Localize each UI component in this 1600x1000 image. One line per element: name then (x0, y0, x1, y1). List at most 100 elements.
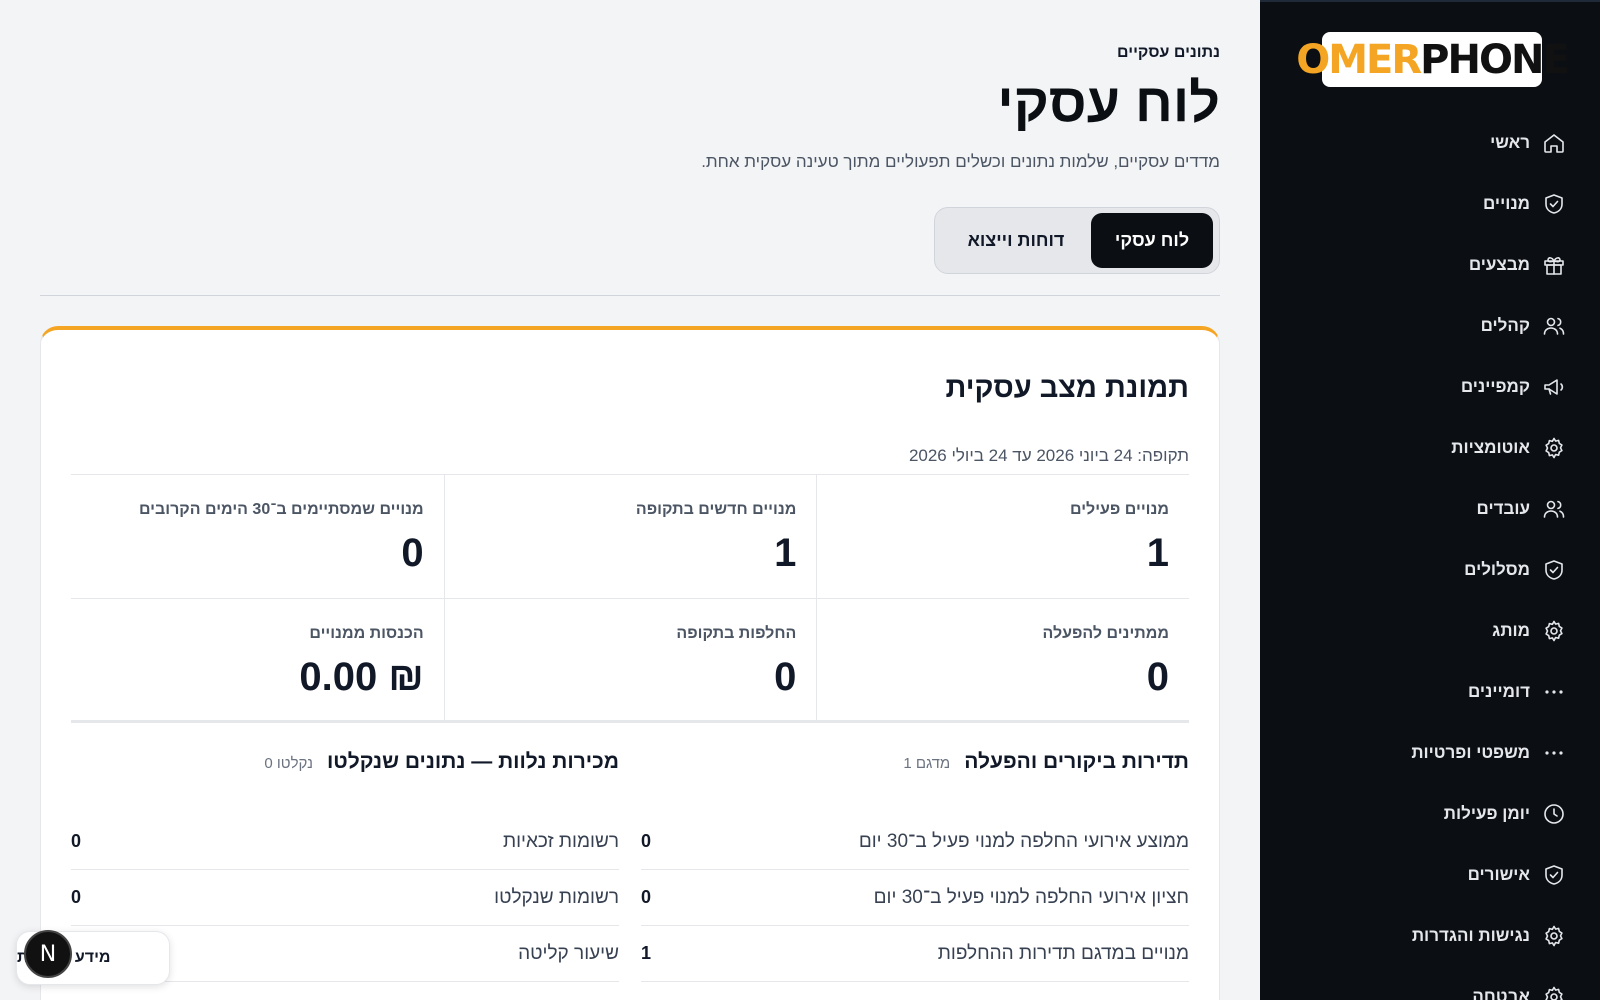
row-value: 0 (71, 887, 82, 907)
section-title: תדירות ביקורים והפעלה (964, 750, 1189, 773)
users-icon (1542, 314, 1566, 338)
section-title: מכירות נלוות — נתונים שנקלטו (326, 750, 619, 773)
sidebar-item-label: מבצעים (1468, 254, 1530, 274)
kpi-divider (71, 720, 1189, 722)
kpi-label: הכנסות ממנויים (309, 625, 424, 642)
sidebar-item-label: ראשי (1490, 132, 1530, 152)
sidebar-item-employees[interactable]: עובדים (1286, 478, 1566, 539)
sidebar-item-campaigns[interactable]: קמפיינים (1286, 356, 1566, 417)
row-value: 0 (641, 831, 652, 851)
kpi-active-subscribers: מנויים פעילים 1 (816, 475, 1189, 599)
row-label: רשומות זכאיות (502, 830, 619, 852)
sidebar-item-activity-log[interactable]: יומן פעילות (1286, 783, 1566, 844)
sidebar: OMER PHONE ראשי מנויים מבצעים קהלים קמפיי… (1260, 0, 1600, 1000)
kpi-value: 1 (1146, 531, 1169, 575)
sidebar-item-plans[interactable]: מסלולים (1286, 539, 1566, 600)
gift-icon (1542, 253, 1566, 277)
kpi-label: מנויים חדשים בתקופה (635, 501, 797, 518)
dots-icon (1542, 741, 1566, 765)
sidebar-item-label: נגישות והגדרות (1411, 925, 1530, 945)
row-value: 1 (641, 943, 652, 963)
sidebar-item-home[interactable]: ראשי (1286, 112, 1566, 173)
tab-business-dashboard[interactable]: לוח עסקי (1091, 213, 1213, 268)
visit-frequency-section: תדירות ביקורים והפעלה מדגם 1 ממוצע אירוע… (641, 750, 1189, 982)
sidebar-item-approvals[interactable]: אישורים (1286, 844, 1566, 905)
clock-icon (1542, 802, 1566, 826)
table-row: חציון אירועי החלפה למנוי פעיל ב־30 יום 0 (641, 870, 1189, 926)
sidebar-item-subscribers[interactable]: מנויים (1286, 173, 1566, 234)
gear-icon (1542, 619, 1566, 643)
kpi-grid: מנויים פעילים 1 מנויים חדשים בתקופה 1 מנ… (71, 474, 1189, 723)
sidebar-item-domains[interactable]: דומיינים (1286, 661, 1566, 722)
row-label: ממוצע אירועי החלפה למנוי פעיל ב־30 יום (858, 830, 1189, 852)
row-label: חציון אירועי החלפה למנוי פעיל ב־30 יום (873, 886, 1189, 908)
sidebar-item-label: משפטי ופרטיות (1411, 742, 1530, 762)
logo[interactable]: OMER PHONE (1296, 32, 1570, 87)
sidebar-item-brand[interactable]: מותג (1286, 600, 1566, 661)
sidebar-item-label: אבטחה (1472, 986, 1530, 1000)
sample-badge: מדגם 1 (903, 755, 951, 772)
kpi-pending-activation: ממתינים להפעלה 0 (816, 599, 1189, 723)
sidebar-item-accessibility-settings[interactable]: נגישות והגדרות (1286, 905, 1566, 966)
kpi-value: 0 (401, 531, 424, 575)
kpi-label: ממתינים להפעלה (1042, 625, 1169, 642)
kpi-swaps-in-period: החלפות בתקופה 0 (443, 599, 817, 723)
sidebar-item-label: דומיינים (1468, 681, 1530, 701)
shield-icon (1542, 558, 1566, 582)
kpi-value: ₪ 0.00 (299, 655, 424, 699)
page-eyebrow: נתונים עסקיים (1117, 44, 1220, 61)
sidebar-item-label: קהלים (1480, 315, 1530, 335)
logo-text-omer: OMER (1296, 36, 1422, 83)
row-label: רשומות שנקלטו (494, 886, 619, 908)
kpi-value: 0 (774, 655, 797, 699)
kpi-label: מנויים שמסתיימים ב־30 הימים הקרובים (138, 501, 424, 518)
view-tabs: לוח עסקי דוחות וייצוא (934, 207, 1220, 274)
main-content: נתונים עסקיים לוח עסקי מדדים עסקיים, שלמ… (40, 0, 1220, 1000)
sidebar-item-label: מסלולים (1464, 559, 1530, 579)
sidebar-item-label: קמפיינים (1460, 376, 1530, 396)
page-subtitle: מדדים עסקיים, שלמות נתונים וכשלים תפעולי… (701, 152, 1220, 171)
sidebar-item-automations[interactable]: אוטומציות (1286, 417, 1566, 478)
dev-tools-badge[interactable]: N (24, 930, 72, 978)
kpi-expiring-subscribers: מנויים שמסתיימים ב־30 הימים הקרובים 0 (71, 475, 444, 599)
table-row: ממוצע אירועי החלפה למנוי פעיל ב־30 יום 0 (641, 814, 1189, 870)
sidebar-item-label: מותג (1492, 620, 1530, 640)
shield-icon (1542, 192, 1566, 216)
sidebar-item-label: אישורים (1467, 864, 1530, 884)
sidebar-item-promotions[interactable]: מבצעים (1286, 234, 1566, 295)
sidebar-item-legal-privacy[interactable]: משפטי ופרטיות (1286, 722, 1566, 783)
sidebar-nav: ראשי מנויים מבצעים קהלים קמפיינים אוטומצ… (1286, 112, 1566, 1000)
header-divider (40, 295, 1220, 296)
dots-icon (1542, 680, 1566, 704)
megaphone-icon (1542, 375, 1566, 399)
sidebar-item-label: אוטומציות (1451, 437, 1530, 457)
gear-icon (1542, 924, 1566, 948)
row-label: שיעור קליטה (518, 942, 619, 964)
sidebar-item-label: מנויים (1483, 193, 1530, 213)
card-title: תמונת מצב עסקית (945, 372, 1189, 404)
sidebar-item-audiences[interactable]: קהלים (1286, 295, 1566, 356)
tab-reports-export[interactable]: דוחות וייצוא (951, 213, 1081, 268)
sidebar-item-security[interactable]: אבטחה (1286, 966, 1566, 1000)
page-title: לוח עסקי (997, 73, 1220, 133)
gear-icon (1542, 985, 1566, 1000)
business-snapshot-card: תמונת מצב עסקית תקופה: 24 ביוני 2026 עד … (40, 326, 1220, 1000)
period-label: תקופה: 24 ביוני 2026 עד 24 ביולי 2026 (908, 446, 1189, 465)
kpi-label: החלפות בתקופה (676, 625, 797, 642)
users-icon (1542, 497, 1566, 521)
kpi-subscription-revenue: הכנסות ממנויים ₪ 0.00 (71, 599, 444, 723)
captured-badge: נקלטו 0 (264, 755, 313, 772)
gear-icon (1542, 436, 1566, 460)
sidebar-item-label: עובדים (1476, 498, 1530, 518)
kpi-new-subscribers: מנויים חדשים בתקופה 1 (443, 475, 817, 599)
kpi-value: 0 (1146, 655, 1169, 699)
table-row: רשומות שנקלטו 0 (71, 870, 619, 926)
sidebar-item-label: יומן פעילות (1443, 803, 1530, 823)
home-icon (1542, 131, 1566, 155)
row-value: 0 (641, 887, 652, 907)
shield-icon (1542, 863, 1566, 887)
table-row: רשומות זכאיות 0 (71, 814, 619, 870)
kpi-label: מנויים פעילים (1070, 501, 1169, 518)
logo-text-phone: PHONE (1420, 36, 1570, 83)
table-row: מנויים במדגם תדירות ההחלפות 1 (641, 926, 1189, 982)
